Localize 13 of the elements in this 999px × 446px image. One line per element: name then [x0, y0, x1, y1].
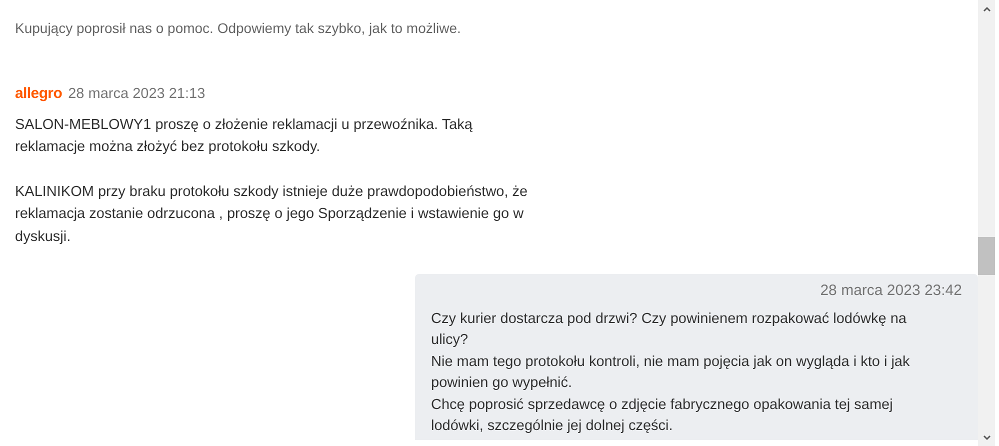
scroll-down-icon[interactable]: [982, 435, 990, 441]
scrollbar-thumb[interactable]: [978, 237, 995, 275]
system-message: Kupujący poprosił nas o pomoc. Odpowiemy tak szybko, jak to możliwe.: [15, 19, 462, 38]
message-paragraph: SALON-MEBLOWY1 proszę o złożenie reklamacji u przewoźnika. Taką reklamacje można złożyć bez protokołu szkody.: [15, 116, 474, 158]
scroll-up-icon[interactable]: [982, 6, 990, 12]
message-line: Chcę poprosić sprzedawcę o zdjęcie fabrycznego opakowania tej samej lodówki, szczególnie jej dolnej części.: [431, 396, 894, 436]
message-line: Czy kurier dostarcza pod drzwi? Czy powinienem rozpakować lodówkę na ulicy?: [431, 310, 908, 350]
scrollbar[interactable]: [978, 0, 995, 446]
message-time: 28 marca 2023 21:13: [68, 85, 206, 104]
message-time: 28 marca 2023 23:42: [819, 281, 962, 302]
message-paragraph: KALINIKOM przy braku protokołu szkody istnieje duże prawdopodobieństwo, że reklamacja zostanie odrzucona , proszę o jego Sporządzenie i wstawienie go w dyskusji.: [15, 182, 529, 247]
message-line: Nie mam tego protokołu kontroli, nie mam pojęcia jak on wygląda i kto i jak powinien go wypełnić.: [431, 352, 911, 394]
sender-logo: allegro: [15, 84, 62, 104]
